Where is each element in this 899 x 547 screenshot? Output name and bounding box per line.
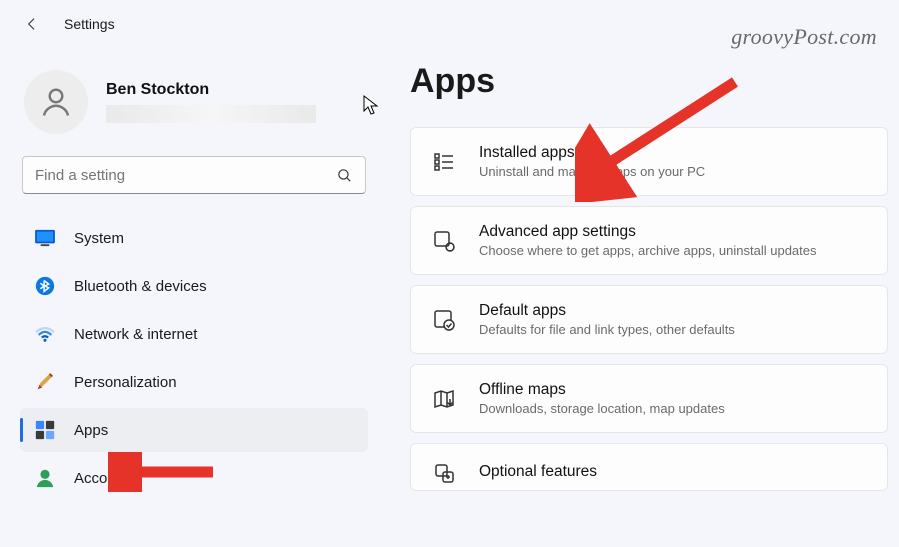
wifi-icon [34,323,56,345]
person-icon [34,467,56,489]
sidebar-item-label: System [74,230,124,247]
sidebar-item-apps[interactable]: Apps [20,408,368,452]
search-icon [333,164,355,186]
watermark-text: groovyPost.com [731,24,877,50]
card-default-apps[interactable]: Default apps Defaults for file and link … [410,285,888,354]
search-input[interactable] [35,167,333,184]
sidebar-item-personalization[interactable]: Personalization [20,360,368,404]
card-subtitle: Uninstall and manage apps on your PC [479,164,705,179]
back-button[interactable] [18,10,46,38]
map-icon [431,386,457,412]
card-title: Installed apps [479,144,705,162]
apps-icon [34,419,56,441]
sidebar-item-label: Accounts [74,470,136,487]
sidebar-item-label: Bluetooth & devices [74,278,207,295]
paintbrush-icon [34,371,56,393]
monitor-icon [34,227,56,249]
advanced-settings-icon [431,228,457,254]
avatar [24,70,88,134]
sidebar-item-network[interactable]: Network & internet [20,312,368,356]
sidebar-item-system[interactable]: System [20,216,368,260]
sidebar-item-label: Network & internet [74,326,197,343]
card-subtitle: Downloads, storage location, map updates [479,401,725,416]
bluetooth-icon [34,275,56,297]
card-installed-apps[interactable]: Installed apps Uninstall and manage apps… [410,127,888,196]
card-title: Advanced app settings [479,223,817,241]
card-advanced-app-settings[interactable]: Advanced app settings Choose where to ge… [410,206,888,275]
card-title: Optional features [479,463,597,481]
search-box[interactable] [22,156,366,194]
card-optional-features[interactable]: Optional features [410,443,888,491]
sidebar-item-bluetooth[interactable]: Bluetooth & devices [20,264,368,308]
optional-features-icon [431,460,457,486]
user-profile[interactable]: Ben Stockton [20,56,368,156]
sidebar-item-label: Personalization [74,374,177,391]
card-subtitle: Defaults for file and link types, other … [479,322,735,337]
installed-apps-icon [431,149,457,175]
sidebar-item-label: Apps [74,422,108,439]
card-subtitle: Choose where to get apps, archive apps, … [479,243,817,258]
sidebar-item-accounts[interactable]: Accounts [20,456,368,500]
page-title: Apps [410,62,899,101]
default-apps-icon [431,307,457,333]
profile-name: Ben Stockton [106,81,316,99]
card-title: Default apps [479,302,735,320]
window-title: Settings [64,16,115,32]
card-title: Offline maps [479,381,725,399]
profile-email-redacted [106,105,316,123]
card-offline-maps[interactable]: Offline maps Downloads, storage location… [410,364,888,433]
